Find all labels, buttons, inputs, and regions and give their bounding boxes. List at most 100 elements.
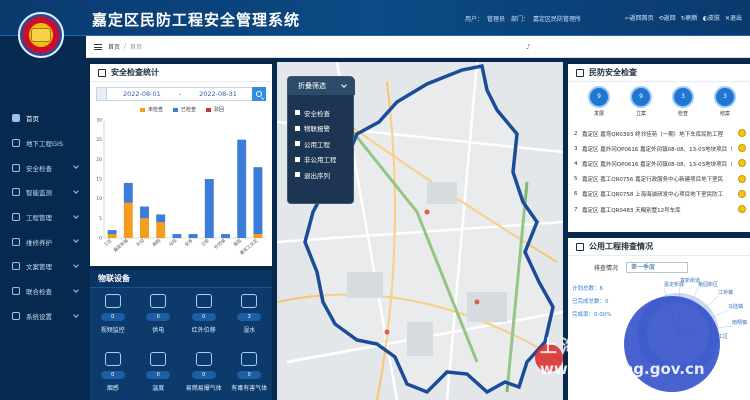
y-tick-label: 5	[99, 216, 102, 222]
task-index: 2	[574, 130, 578, 137]
sidebar-item-4[interactable]: 工程管理	[0, 205, 86, 230]
bar-1-0	[107, 230, 117, 235]
calendar-icon[interactable]	[97, 88, 107, 100]
iot-device[interactable]: 0 供电	[136, 292, 182, 344]
chevron-down-icon	[73, 212, 79, 219]
checkbox-icon[interactable]	[295, 156, 300, 162]
emblem-center	[31, 28, 51, 42]
sidebar-item-label: 系统设置	[26, 312, 52, 321]
task-row[interactable]: 6 嘉定区 嘉工QR0758 上海海诚研发中心项目地下室民防工	[574, 187, 746, 202]
sidebar-item-2[interactable]: 安全检查	[0, 155, 86, 180]
legend-item[interactable]: 驳回	[206, 106, 224, 113]
legend-swatch	[173, 107, 179, 112]
checkbox-icon[interactable]	[295, 172, 300, 178]
bar-1-5	[188, 234, 198, 238]
watermark-url: www.jiading.gov.cn	[540, 360, 705, 378]
x-tick-label: 江桥	[200, 237, 212, 248]
map-icon	[12, 139, 20, 148]
device-label: 易燃易爆气体	[185, 385, 222, 392]
filter-item[interactable]: 物联报警	[295, 121, 337, 137]
chevron-down-icon	[73, 237, 79, 244]
badge-label: 检查	[677, 111, 688, 117]
legend-item[interactable]: 已检查	[173, 106, 196, 113]
safety-panel-title: 安全检查统计	[111, 68, 159, 77]
date-to[interactable]: 2022-08-31	[199, 90, 237, 98]
camera-icon	[104, 294, 121, 308]
task-row[interactable]: 3 嘉定区 嘉外冈QP0616 嘉定外冈镇08-08、13-03地块项目（	[574, 141, 746, 156]
panel-title: 民防安全检查	[568, 64, 750, 82]
legend-item[interactable]: 未检查	[140, 106, 163, 113]
back-button[interactable]: ⟲返回	[659, 13, 676, 22]
iot-device[interactable]: 0 温度	[136, 350, 182, 400]
sidebar-item-0[interactable]: 首页	[0, 106, 86, 131]
gis-map[interactable]: 折叠筛选 安全检查 物联报警 公用工程非公用工程退出序列	[277, 62, 563, 400]
logout-button[interactable]: ✕退出	[725, 13, 742, 22]
date-range-picker[interactable]: 2022-08-01 - 2022-08-31	[96, 87, 266, 101]
sidebar-item-7[interactable]: 联合检查	[0, 279, 86, 304]
status-badge[interactable]: 3	[672, 86, 694, 108]
iot-device[interactable]: 0 红外位移	[181, 292, 227, 344]
bar-1-8	[237, 139, 247, 238]
task-row[interactable]: 4 嘉定区 嘉外冈QP0616 嘉定外冈镇08-08、13-03地块项目（	[574, 156, 746, 171]
filter-item[interactable]: 非公用工程	[295, 152, 337, 168]
search-icon	[256, 91, 262, 97]
home-icon	[12, 114, 20, 123]
users-icon	[12, 287, 20, 296]
menu-toggle-icon[interactable]	[94, 43, 102, 50]
refresh-button[interactable]: ↻刷新	[681, 13, 698, 22]
device-count: 3	[237, 313, 262, 321]
iot-device[interactable]: 0 有毒有害气体	[227, 350, 273, 400]
status-badge[interactable]: 3	[714, 86, 736, 108]
device-count: 0	[191, 313, 216, 321]
back-home-button[interactable]: ⇦返回首页	[625, 13, 654, 22]
sidebar-item-5[interactable]: 维修养护	[0, 229, 86, 254]
status-badge[interactable]: 9	[588, 86, 610, 108]
completion-rate: 完成率：0.00%	[572, 312, 612, 318]
bar-1-1	[123, 182, 133, 203]
checkbox-icon[interactable]	[295, 125, 300, 131]
chevron-down-icon	[73, 286, 79, 293]
water-icon	[241, 294, 258, 308]
filter-label: 非公用工程	[304, 156, 337, 165]
bar-0-9	[253, 234, 263, 238]
bar-1-4	[172, 234, 182, 238]
task-row[interactable]: 7 嘉定区 嘉工QR0483 天赐别墅12号车库	[574, 202, 746, 217]
dept-label: 部门：	[510, 16, 529, 23]
music-note-icon[interactable]: ♪	[526, 43, 530, 51]
task-list: 2 嘉定区 嘉弯QR0393 终邻佳苑（一期）地下车库民防工程 3 嘉定区 嘉外冈QP…	[574, 126, 746, 217]
sidebar-item-3[interactable]: 智能监测	[0, 180, 86, 205]
checkbox-icon[interactable]	[295, 110, 300, 116]
thermometer-icon	[150, 352, 167, 366]
date-from[interactable]: 2022-08-01	[123, 90, 161, 98]
skin-button[interactable]: ◐皮肤	[703, 13, 720, 22]
sidebar-item-8[interactable]: 系统设置	[0, 304, 86, 329]
user-info: 用户： 管理员 部门： 嘉定区民防管理所	[465, 14, 585, 23]
legend-label: 已检查	[181, 107, 197, 113]
flame-icon	[195, 352, 212, 366]
watermark-text: 上海嘉定	[540, 337, 624, 357]
iot-device[interactable]: 0 易燃易爆气体	[181, 350, 227, 400]
task-text: 嘉定区 嘉工QR0756 嘉定行政服务中心新建项目地下室民	[582, 177, 724, 184]
sidebar-item-1[interactable]: 地下工程GIS	[0, 131, 86, 156]
task-index: 6	[574, 191, 578, 198]
sidebar-item-6[interactable]: 文案管理	[0, 254, 86, 279]
date-search-button[interactable]	[252, 87, 266, 101]
filter-item[interactable]: 退出序列	[295, 167, 337, 183]
checkbox-icon[interactable]	[295, 141, 300, 147]
sidebar-item-label: 文案管理	[26, 263, 52, 272]
bar-0-1	[123, 202, 133, 238]
filter-toggle[interactable]: 折叠筛选	[288, 77, 355, 95]
filter-item[interactable]: 安全检查	[295, 105, 337, 121]
plan-total: 计划总数：6	[572, 286, 603, 292]
panel-title: 安全检查统计	[90, 64, 272, 82]
task-row[interactable]: 2 嘉定区 嘉弯QR0393 终邻佳苑（一期）地下车库民防工程	[574, 126, 746, 141]
task-row[interactable]: 5 嘉定区 嘉工QR0756 嘉定行政服务中心新建项目地下室民	[574, 172, 746, 187]
breadcrumb-home[interactable]: 首页	[108, 42, 120, 51]
iot-device[interactable]: 0 视频监控	[90, 292, 136, 344]
status-badge[interactable]: 9	[630, 86, 652, 108]
bar-0-3	[156, 222, 166, 238]
iot-device[interactable]: 0 烟感	[90, 350, 136, 400]
filter-item[interactable]: 公用工程	[295, 136, 337, 152]
iot-device[interactable]: 3 湿水	[227, 292, 273, 344]
chevron-down-icon	[73, 262, 79, 268]
